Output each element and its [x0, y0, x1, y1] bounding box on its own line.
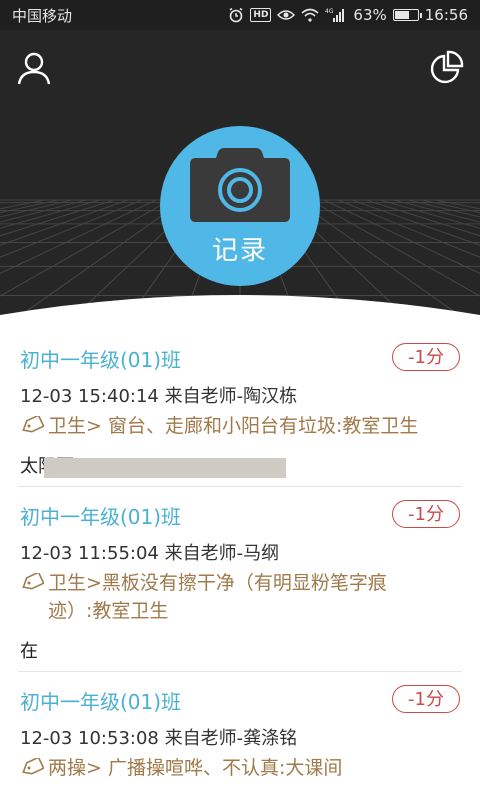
status-icons: HD 4G 63% 16:56 [228, 6, 468, 24]
tag-icon [22, 573, 44, 590]
clock: 16:56 [424, 6, 468, 24]
class-name: 初中一年级(01)班 [20, 690, 182, 714]
rule-tag: 两操> 广播操喧哗、不认真:大课间 [20, 754, 462, 782]
statistics-button[interactable] [428, 50, 464, 86]
record-meta: 12-03 15:40:14 来自老师-陶汉栋 [20, 386, 298, 407]
class-name: 初中一年级(01)班 [20, 505, 182, 529]
hd-icon: HD [250, 8, 272, 22]
rule-tag: 卫生> 窗台、走廊和小阳台有垃圾:教室卫生 [20, 412, 462, 440]
camera-icon [190, 148, 290, 222]
rule-text: 卫生> 窗台、走廊和小阳台有垃圾:教室卫生 [48, 415, 419, 437]
rule-tag: 卫生>黑板没有擦干净（有明显粉笔字痕 迹）:教室卫生 [20, 569, 462, 625]
cellular-signal-icon: 4G [325, 7, 347, 23]
wifi-icon [301, 8, 319, 22]
record-feed[interactable]: 初中一年级(01)班 -1分 12-03 15:40:14 来自老师-陶汉栋 卫… [0, 330, 480, 812]
record-note: 在 [20, 641, 38, 662]
eye-icon [277, 8, 296, 22]
record-meta: 12-03 11:55:04 来自老师-马纲 [20, 543, 280, 564]
rule-text: 卫生>黑板没有擦干净（有明显粉笔字痕 [48, 572, 387, 594]
carrier-label: 中国移动 [12, 6, 73, 25]
record-card[interactable]: 初中一年级(01)班 -1分 12-03 11:55:04 来自老师-马纲 卫生… [18, 487, 462, 672]
attachment-photo-thumbnail[interactable] [44, 458, 286, 478]
header-panel: 记录 [0, 30, 480, 330]
battery-icon [392, 9, 422, 21]
user-icon [17, 52, 51, 85]
rule-text-continued: 迹）:教室卫生 [48, 600, 169, 622]
score-badge: -1分 [392, 500, 460, 528]
status-bar: 中国移动 HD 4G 63% 16:56 [0, 0, 480, 30]
record-label: 记录 [211, 236, 268, 266]
class-name: 初中一年级(01)班 [20, 348, 182, 372]
score-badge: -1分 [392, 685, 460, 713]
tag-icon [22, 758, 44, 775]
pie-chart-icon [430, 50, 464, 84]
record-meta: 12-03 10:53:08 来自老师-龚涤铭 [20, 728, 298, 749]
rule-text: 两操> 广播操喧哗、不认真:大课间 [48, 757, 343, 779]
tag-icon [22, 416, 44, 433]
battery-percent: 63% [353, 6, 387, 24]
record-button[interactable]: 记录 [160, 126, 320, 286]
svg-text:4G: 4G [325, 8, 334, 15]
score-badge: -1分 [392, 343, 460, 371]
record-card[interactable]: 初中一年级(01)班 -1分 12-03 10:53:08 来自老师-龚涤铭 两… [18, 672, 462, 812]
alarm-icon [228, 7, 244, 23]
profile-button[interactable] [14, 48, 54, 88]
